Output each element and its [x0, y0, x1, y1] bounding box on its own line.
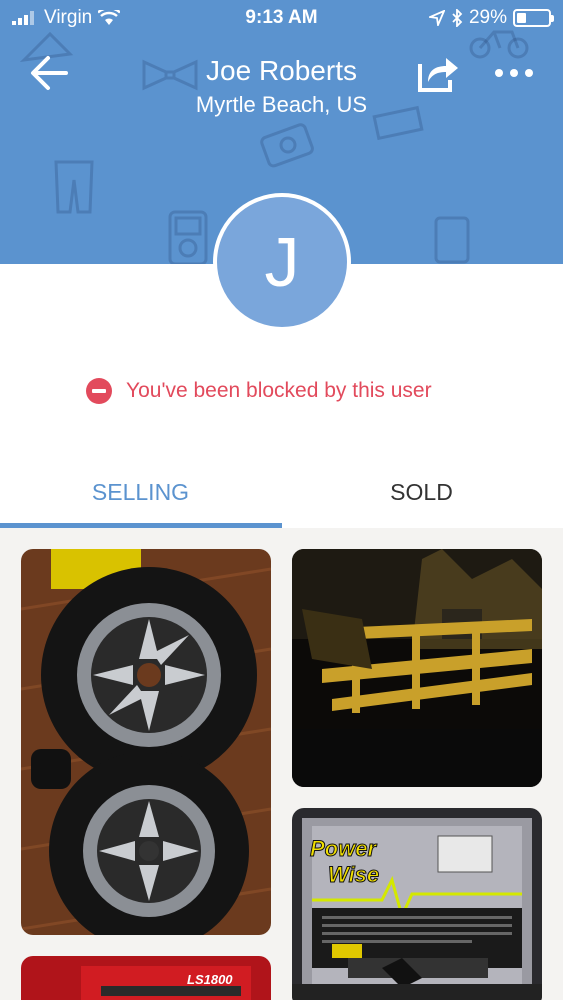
battery-percent: 29% — [468, 7, 507, 28]
trailer-photo — [292, 549, 542, 787]
status-right-group: 29% — [428, 7, 554, 29]
profile-location: Myrtle Beach, US — [195, 92, 368, 117]
wheels-and-tires-photo — [21, 549, 271, 935]
battery-icon — [513, 9, 554, 27]
listing-card-charger[interactable]: Power Wise — [292, 808, 542, 1000]
blocked-text: You've been blocked by this user — [126, 379, 432, 402]
pants-doodle-icon — [54, 160, 94, 214]
red-item-photo: LS1800 — [21, 956, 271, 1000]
share-button[interactable] — [416, 52, 462, 94]
listing-tabs: SELLING SOLD — [0, 460, 563, 528]
profile-name: Joe Roberts — [206, 55, 357, 86]
share-icon — [418, 58, 458, 92]
more-options-button[interactable] — [492, 60, 536, 86]
charger-brand-text-2: Wise — [328, 862, 379, 887]
more-icon — [495, 69, 533, 77]
status-bar: Virgin 9:13 AM 29% — [0, 0, 563, 38]
red-item-label-text: LS1800 — [187, 972, 233, 987]
tab-selling[interactable]: SELLING — [0, 460, 281, 524]
battery-level-fill — [517, 13, 526, 23]
camera-doodle-icon — [260, 123, 314, 168]
profile-screen: Virgin 9:13 AM 29% Joe Roberts Myrtle Be… — [0, 0, 563, 1000]
listing-card-trailer[interactable] — [292, 549, 542, 787]
tab-sold[interactable]: SOLD — [281, 460, 562, 524]
listing-card-wheels[interactable] — [21, 549, 271, 935]
charger-brand-text: Power — [310, 836, 377, 861]
listings-grid: Power Wise LS1800 — [0, 528, 563, 1000]
listing-card-red-item[interactable]: LS1800 — [21, 956, 271, 1000]
powerwise-charger-photo: Power Wise — [292, 808, 542, 1000]
location-arrow-icon — [428, 10, 445, 26]
ipod-doodle-icon — [168, 210, 208, 264]
bluetooth-icon — [452, 9, 463, 27]
avatar: J — [213, 193, 351, 331]
blocked-notice: You've been blocked by this user — [86, 378, 432, 404]
blocked-icon — [86, 378, 112, 404]
phone-doodle-icon — [434, 216, 470, 264]
